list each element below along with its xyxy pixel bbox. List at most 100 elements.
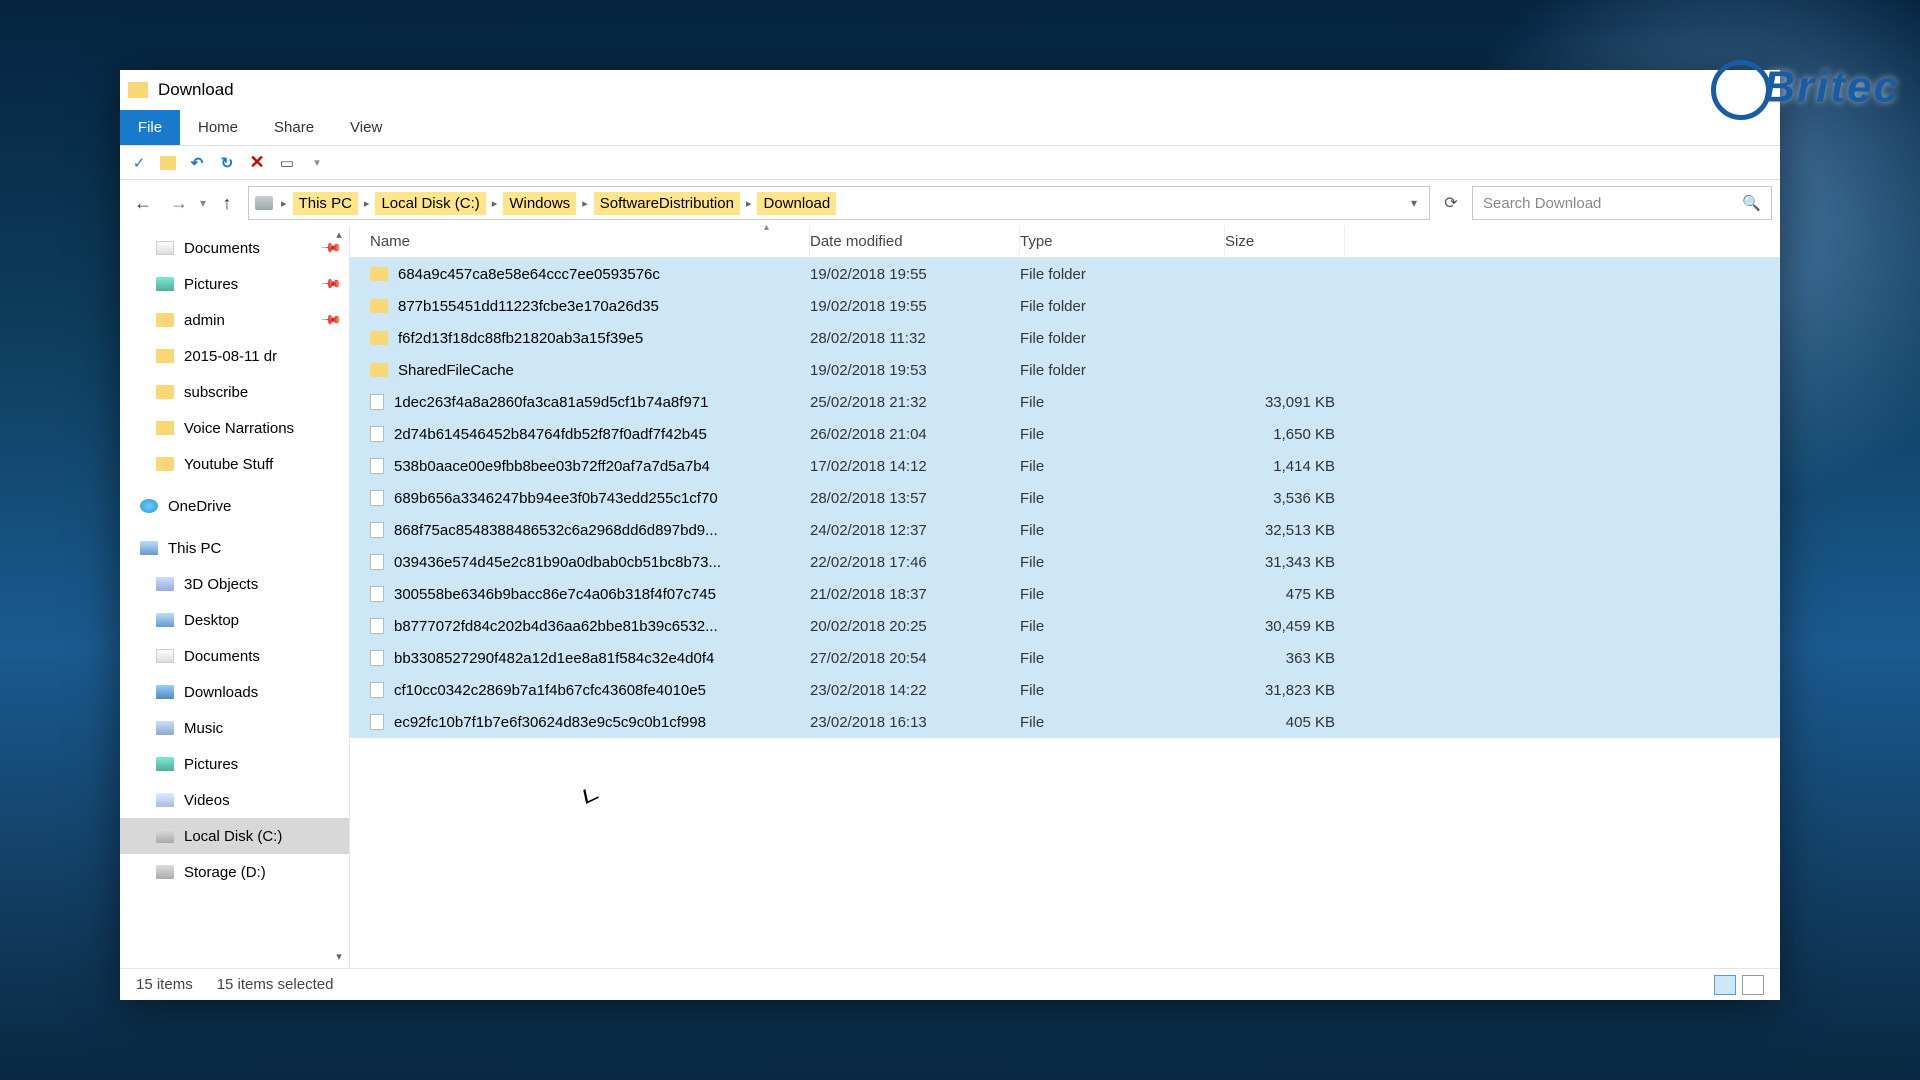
column-date[interactable]: Date modified [810, 226, 1020, 257]
nav-thispc-item[interactable]: Documents [120, 638, 349, 674]
delete-icon[interactable]: ✕ [248, 154, 266, 172]
nav-thispc-item[interactable]: 3D Objects [120, 566, 349, 602]
sort-indicator-icon: ▴ [764, 222, 769, 233]
qat-customize-icon[interactable]: ▾ [308, 154, 326, 172]
file-row[interactable]: 877b155451dd11223fcbe3e170a26d3519/02/20… [350, 290, 1780, 322]
file-row[interactable]: cf10cc0342c2869b7a1f4b67cfc43608fe4010e5… [350, 674, 1780, 706]
column-name[interactable]: Name▴ [360, 226, 810, 257]
breadcrumb-sep[interactable]: ▸ [362, 197, 372, 210]
nav-quick-item[interactable]: Pictures📌 [120, 266, 349, 302]
tab-home[interactable]: Home [180, 110, 256, 145]
drive-icon [156, 865, 174, 879]
file-row[interactable]: 868f75ac8548388486532c6a2968dd6d897bd9..… [350, 514, 1780, 546]
nav-back-button[interactable]: ← [128, 188, 158, 218]
file-name: 300558be6346b9bacc86e7c4a06b318f4f07c745 [394, 586, 716, 603]
file-date: 19/02/2018 19:53 [810, 362, 1020, 379]
column-headers: Name▴ Date modified Type Size [350, 226, 1780, 258]
refresh-button[interactable]: ⟳ [1436, 186, 1466, 220]
folder-icon [156, 313, 174, 327]
nav-up-button[interactable]: ↑ [212, 188, 242, 218]
tab-file[interactable]: File [120, 110, 180, 145]
folder-icon [156, 349, 174, 363]
nav-label: Downloads [184, 684, 258, 701]
nav-thispc-item[interactable]: Storage (D:) [120, 854, 349, 890]
file-list-area: Name▴ Date modified Type Size 684a9c457c… [350, 226, 1780, 968]
nav-quick-item[interactable]: Voice Narrations [120, 410, 349, 446]
column-type[interactable]: Type [1020, 226, 1225, 257]
view-mode-buttons [1714, 975, 1764, 995]
nav-quick-item[interactable]: Documents📌 [120, 230, 349, 266]
view-details-button[interactable] [1714, 975, 1736, 995]
navigation-pane[interactable]: ▴ Documents📌Pictures📌admin📌2015-08-11 dr… [120, 226, 350, 968]
file-rows[interactable]: 684a9c457ca8e58e64ccc7ee0593576c19/02/20… [350, 258, 1780, 968]
nav-this-pc[interactable]: This PC [120, 530, 349, 566]
file-name: 868f75ac8548388486532c6a2968dd6d897bd9..… [394, 522, 718, 539]
nav-thispc-item[interactable]: Downloads [120, 674, 349, 710]
tab-view[interactable]: View [332, 110, 400, 145]
nav-onedrive[interactable]: OneDrive [120, 488, 349, 524]
crumb-softwaredistribution[interactable]: SoftwareDistribution [594, 192, 740, 215]
file-date: 25/02/2018 21:32 [810, 394, 1020, 411]
file-icon [370, 554, 384, 570]
crumb-local-disk[interactable]: Local Disk (C:) [375, 192, 485, 215]
status-item-count: 15 items [136, 976, 193, 993]
crumb-download[interactable]: Download [757, 192, 836, 215]
crumb-windows[interactable]: Windows [503, 192, 576, 215]
nav-thispc-item[interactable]: Music [120, 710, 349, 746]
breadcrumb-sep[interactable]: ▸ [580, 197, 590, 210]
properties-check-icon[interactable]: ✓ [130, 154, 148, 172]
nav-label: This PC [168, 540, 221, 557]
properties-icon[interactable] [160, 156, 176, 170]
nav-quick-item[interactable]: subscribe [120, 374, 349, 410]
title-bar[interactable]: Download [120, 70, 1780, 110]
file-name: 538b0aace00e9fbb8bee03b72ff20af7a7d5a7b4 [394, 458, 710, 475]
file-type: File [1020, 554, 1225, 571]
file-name: bb3308527290f482a12d1ee8a81f584c32e4d0f4 [394, 650, 714, 667]
nav-quick-item[interactable]: 2015-08-11 dr [120, 338, 349, 374]
address-dropdown-icon[interactable]: ▾ [1405, 196, 1423, 210]
nav-thispc-item[interactable]: Local Disk (C:) [120, 818, 349, 854]
search-icon[interactable]: 🔍 [1742, 194, 1761, 212]
tab-share[interactable]: Share [256, 110, 332, 145]
file-date: 26/02/2018 21:04 [810, 426, 1020, 443]
nav-label: Local Disk (C:) [184, 828, 282, 845]
crumb-this-pc[interactable]: This PC [293, 192, 358, 215]
file-row[interactable]: f6f2d13f18dc88fb21820ab3a15f39e528/02/20… [350, 322, 1780, 354]
file-size: 31,343 KB [1225, 554, 1345, 571]
undo-icon[interactable]: ↶ [188, 154, 206, 172]
nav-thispc-item[interactable]: Pictures [120, 746, 349, 782]
breadcrumb-sep[interactable]: ▸ [744, 197, 754, 210]
view-large-icons-button[interactable] [1742, 975, 1764, 995]
nav-thispc-item[interactable]: Desktop [120, 602, 349, 638]
file-row[interactable]: 684a9c457ca8e58e64ccc7ee0593576c19/02/20… [350, 258, 1780, 290]
file-row[interactable]: 2d74b614546452b84764fdb52f87f0adf7f42b45… [350, 418, 1780, 450]
column-size[interactable]: Size [1225, 226, 1345, 257]
search-box[interactable]: Search Download 🔍 [1472, 186, 1772, 220]
file-row[interactable]: 300558be6346b9bacc86e7c4a06b318f4f07c745… [350, 578, 1780, 610]
file-date: 21/02/2018 18:37 [810, 586, 1020, 603]
nav-thispc-item[interactable]: Videos [120, 782, 349, 818]
nav-forward-button[interactable]: → [164, 188, 194, 218]
file-type: File [1020, 426, 1225, 443]
file-row[interactable]: 039436e574d45e2c81b90a0dbab0cb51bc8b73..… [350, 546, 1780, 578]
breadcrumb-sep[interactable]: ▸ [490, 197, 500, 210]
nav-label: 3D Objects [184, 576, 258, 593]
rename-icon[interactable]: ▭ [278, 154, 296, 172]
file-row[interactable]: 1dec263f4a8a2860fa3ca81a59d5cf1b74a8f971… [350, 386, 1780, 418]
breadcrumb-sep[interactable]: ▸ [279, 197, 289, 210]
file-row[interactable]: 689b656a3346247bb94ee3f0b743edd255c1cf70… [350, 482, 1780, 514]
file-row[interactable]: bb3308527290f482a12d1ee8a81f584c32e4d0f4… [350, 642, 1780, 674]
redo-icon[interactable]: ↻ [218, 154, 236, 172]
nav-history-dropdown[interactable]: ▾ [200, 196, 206, 210]
file-row[interactable]: 538b0aace00e9fbb8bee03b72ff20af7a7d5a7b4… [350, 450, 1780, 482]
file-row[interactable]: b8777072fd84c202b4d36aa62bbe81b39c6532..… [350, 610, 1780, 642]
nav-scroll-down[interactable]: ▾ [331, 950, 347, 966]
file-row[interactable]: ec92fc10b7f1b7e6f30624d83e9c5c9c0b1cf998… [350, 706, 1780, 738]
vid-icon [156, 793, 174, 807]
file-row[interactable]: SharedFileCache19/02/2018 19:53File fold… [350, 354, 1780, 386]
folder-icon [156, 385, 174, 399]
nav-quick-item[interactable]: admin📌 [120, 302, 349, 338]
file-name: 689b656a3346247bb94ee3f0b743edd255c1cf70 [394, 490, 718, 507]
address-bar[interactable]: ▸ This PC ▸ Local Disk (C:) ▸ Windows ▸ … [248, 186, 1430, 220]
nav-quick-item[interactable]: Youtube Stuff [120, 446, 349, 482]
